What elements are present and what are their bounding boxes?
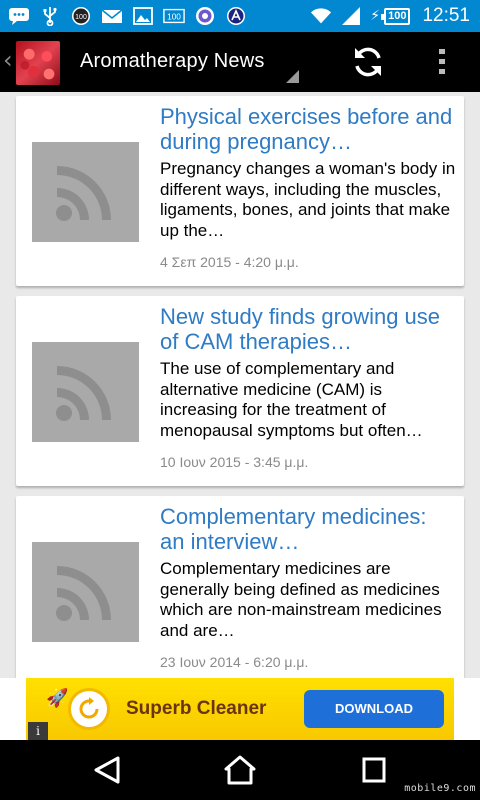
app-logo[interactable] xyxy=(16,41,60,85)
cleaner-app-icon xyxy=(68,688,110,730)
usb-icon xyxy=(43,7,57,26)
counter-icon: 100 xyxy=(163,8,185,24)
ad-area: 🚀 Superb Cleaner DOWNLOAD i xyxy=(0,678,480,740)
news-summary: The use of complementary and alternative… xyxy=(160,359,423,440)
news-date: 23 Ιουν 2014 - 6:20 μ.μ. xyxy=(160,654,309,670)
wifi-icon xyxy=(311,8,332,24)
watermark: mobile9.com xyxy=(404,783,476,794)
overflow-menu-icon[interactable] xyxy=(432,44,452,80)
image-icon xyxy=(133,7,153,25)
ad-info-icon[interactable]: i xyxy=(28,722,48,740)
up-navigation-icon[interactable]: ‹ xyxy=(3,46,13,74)
home-icon[interactable] xyxy=(222,754,258,786)
news-card[interactable]: New study finds growing use of CAM thera… xyxy=(16,296,464,486)
signal-icon xyxy=(342,7,361,25)
chat-bubble-icon xyxy=(9,8,29,25)
svg-text:100: 100 xyxy=(75,14,87,21)
rocket-icon: 🚀 xyxy=(46,688,69,709)
action-bar: ‹ Aromatherapy News xyxy=(0,32,480,92)
counter-icon: 100 xyxy=(72,7,90,25)
rss-feed-icon xyxy=(32,142,139,242)
news-date: 4 Σεπ 2015 - 4:20 μ.μ. xyxy=(160,254,299,270)
system-icons: ⚡ 100 12:51 xyxy=(310,4,470,28)
notification-icons: 100 100 xyxy=(8,4,247,28)
vpn-icon xyxy=(196,7,214,25)
ad-download-button[interactable]: DOWNLOAD xyxy=(304,690,444,728)
svg-text:100: 100 xyxy=(167,13,181,22)
news-feed[interactable]: Physical exercises before and during pre… xyxy=(0,92,480,678)
recents-icon[interactable] xyxy=(356,754,392,786)
app-icon xyxy=(227,7,245,25)
news-title[interactable]: Physical exercises before and during pre… xyxy=(160,104,456,154)
charging-icon: ⚡ xyxy=(370,8,381,24)
ad-banner[interactable]: 🚀 Superb Cleaner DOWNLOAD xyxy=(26,678,454,740)
back-icon[interactable] xyxy=(90,754,126,786)
battery-icon: 100 xyxy=(381,7,411,25)
news-card[interactable]: Complementary medicines: an interview… C… xyxy=(16,496,464,678)
news-summary: Pregnancy changes a woman's body in diff… xyxy=(160,159,456,240)
ad-title[interactable]: Superb Cleaner xyxy=(126,698,266,720)
clock: 12:51 xyxy=(422,5,470,26)
news-title[interactable]: New study finds growing use of CAM thera… xyxy=(160,304,456,354)
rss-feed-icon xyxy=(32,542,139,642)
news-date: 10 Ιουν 2015 - 3:45 μ.μ. xyxy=(160,454,309,470)
app-title[interactable]: Aromatherapy News xyxy=(80,50,265,73)
news-title[interactable]: Complementary medicines: an interview… xyxy=(160,504,456,554)
rss-feed-icon xyxy=(32,342,139,442)
navigation-bar: mobile9.com xyxy=(0,740,480,800)
status-bar: 100 100 ⚡ 100 12:51 xyxy=(0,0,480,32)
mail-icon xyxy=(101,9,123,23)
news-summary: Complementary medicines are generally be… xyxy=(160,559,442,640)
spinner-caret-icon[interactable] xyxy=(286,70,299,83)
refresh-icon[interactable] xyxy=(350,44,386,80)
news-card[interactable]: Physical exercises before and during pre… xyxy=(16,96,464,286)
